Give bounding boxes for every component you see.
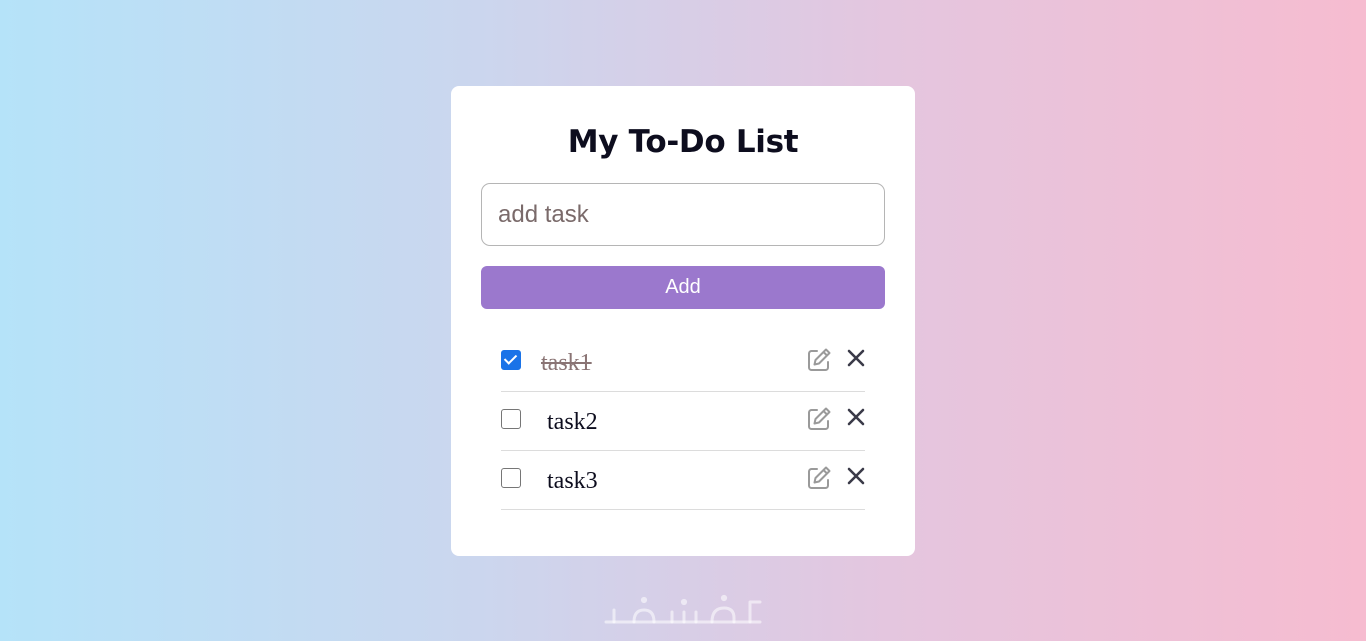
page-title: My To-Do List [567,124,799,160]
task-text: task1 [541,350,592,376]
task-text: task2 [547,409,598,435]
task-list: task1 task2 task3 [501,333,865,510]
task-row: task1 [501,333,865,392]
close-icon[interactable] [846,466,866,486]
task-row: task2 [501,392,865,451]
close-icon[interactable] [846,407,866,427]
add-button[interactable]: Add [481,266,885,309]
task-checkbox[interactable] [501,468,521,488]
edit-icon[interactable] [805,346,833,374]
add-task-input[interactable] [481,183,885,246]
close-icon[interactable] [846,348,866,368]
task-checkbox[interactable] [501,409,521,429]
task-checkbox[interactable] [501,350,521,370]
watermark-logo [604,594,762,624]
todo-card: My To-Do List Add task1 task2 [451,86,915,556]
edit-icon[interactable] [805,464,833,492]
task-row: task3 [501,451,865,510]
edit-icon[interactable] [805,405,833,433]
task-text: task3 [547,468,598,494]
